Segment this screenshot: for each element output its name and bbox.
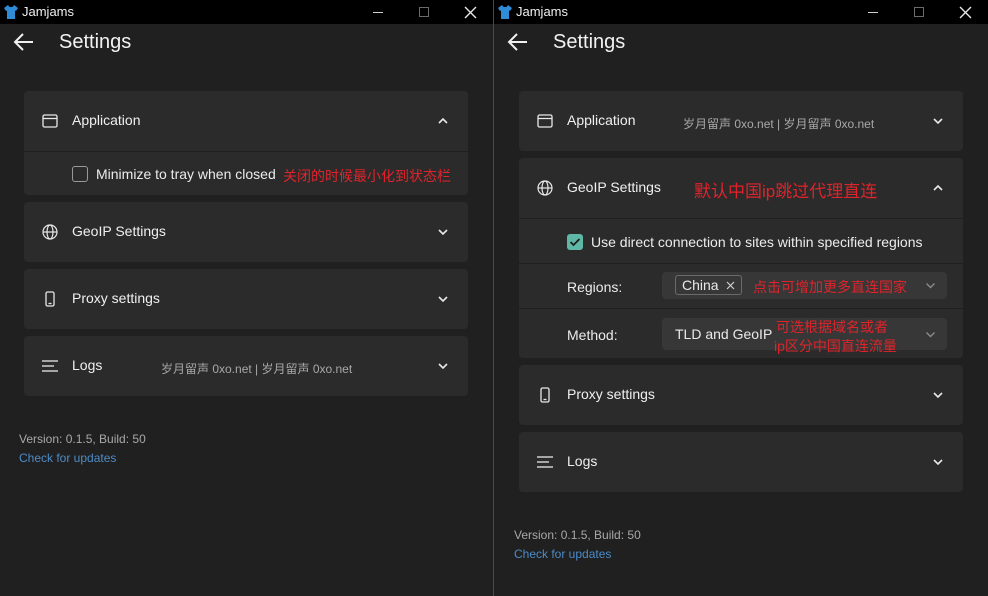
minimize-icon bbox=[373, 11, 383, 13]
region-chip-china[interactable]: China bbox=[675, 275, 743, 295]
regions-row: Regions: China 点击可增加更多直连国家 bbox=[519, 263, 963, 308]
chevron-down-icon[interactable] bbox=[437, 361, 449, 371]
application-card-header[interactable]: Application bbox=[24, 91, 468, 151]
maximize-icon bbox=[914, 7, 924, 17]
method-value: TLD and GeoIP bbox=[675, 326, 773, 342]
minimize-to-tray-label: Minimize to tray when closed bbox=[96, 166, 276, 182]
logs-card[interactable]: Logs bbox=[519, 432, 963, 492]
direct-connection-row: Use direct connection to sites within sp… bbox=[519, 218, 963, 263]
globe-icon bbox=[537, 180, 553, 196]
maximize-button[interactable] bbox=[401, 0, 447, 24]
check-icon bbox=[569, 238, 581, 247]
region-chip-label: China bbox=[682, 277, 719, 293]
method-label: Method: bbox=[567, 327, 618, 343]
geoip-card-label: GeoIP Settings bbox=[72, 223, 166, 239]
minimize-button[interactable] bbox=[850, 0, 896, 24]
method-annotation-line-1: 可选根据域名或者 bbox=[776, 319, 888, 335]
chevron-down-icon[interactable] bbox=[932, 390, 944, 400]
close-icon bbox=[959, 6, 971, 18]
maximize-icon bbox=[419, 7, 429, 17]
settings-window-left: Jamjams Settings Application Minimize to… bbox=[0, 0, 493, 596]
version-text: Version: 0.1.5, Build: 50 bbox=[514, 528, 641, 542]
window-icon bbox=[42, 114, 58, 128]
method-row: Method: TLD and GeoIP 可选根据域名或者 ip区分中国直连流… bbox=[519, 308, 963, 358]
globe-icon bbox=[42, 224, 58, 240]
maximize-button[interactable] bbox=[896, 0, 942, 24]
logs-card-label: Logs bbox=[72, 357, 103, 373]
app-title: Jamjams bbox=[22, 4, 75, 19]
close-button[interactable] bbox=[942, 0, 988, 24]
page-title: Settings bbox=[59, 31, 132, 53]
regions-label: Regions: bbox=[567, 279, 623, 295]
remove-chip-icon[interactable] bbox=[726, 281, 735, 290]
application-card-label: Application bbox=[567, 112, 636, 128]
chevron-down-icon[interactable] bbox=[437, 227, 449, 237]
title-bar: Jamjams bbox=[0, 0, 493, 24]
chevron-down-icon[interactable] bbox=[932, 457, 944, 467]
logs-card-label: Logs bbox=[567, 453, 598, 469]
direct-connection-label: Use direct connection to sites within sp… bbox=[591, 234, 923, 250]
chevron-down-icon[interactable] bbox=[437, 294, 449, 304]
minimize-button[interactable] bbox=[355, 0, 401, 24]
minimize-to-tray-checkbox[interactable] bbox=[72, 166, 88, 182]
back-arrow-icon[interactable] bbox=[506, 30, 530, 54]
logs-card-description: 岁月留声 0xo.net | 岁月留声 0xo.net bbox=[161, 362, 353, 376]
check-updates-link[interactable]: Check for updates bbox=[514, 547, 611, 561]
proxy-card[interactable]: Proxy settings bbox=[519, 365, 963, 425]
chevron-down-icon bbox=[926, 283, 935, 289]
check-updates-link[interactable]: Check for updates bbox=[19, 451, 116, 465]
method-annotation-line-2: ip区分中国直连流量 bbox=[774, 338, 897, 354]
geoip-card-header[interactable]: GeoIP Settings 默认中国ip跳过代理直连 bbox=[519, 158, 963, 218]
application-card-description: 岁月留声 0xo.net | 岁月留声 0xo.net bbox=[683, 117, 875, 131]
version-text: Version: 0.1.5, Build: 50 bbox=[19, 432, 146, 446]
menu-lines-icon bbox=[42, 360, 58, 372]
geoip-card-label: GeoIP Settings bbox=[567, 179, 661, 195]
geoip-annotation: 默认中国ip跳过代理直连 bbox=[694, 182, 878, 201]
logs-card[interactable]: Logs 岁月留声 0xo.net | 岁月留声 0xo.net bbox=[24, 336, 468, 396]
proxy-card-label: Proxy settings bbox=[567, 386, 655, 402]
regions-select[interactable]: China 点击可增加更多直连国家 bbox=[662, 272, 947, 299]
chevron-up-icon[interactable] bbox=[932, 183, 944, 193]
geoip-card: GeoIP Settings 默认中国ip跳过代理直连 Use direct c… bbox=[519, 158, 963, 358]
geoip-card[interactable]: GeoIP Settings bbox=[24, 202, 468, 262]
close-button[interactable] bbox=[447, 0, 493, 24]
proxy-card-label: Proxy settings bbox=[72, 290, 160, 306]
app-icon bbox=[4, 5, 18, 19]
menu-lines-icon bbox=[537, 456, 553, 468]
application-card[interactable]: Application 岁月留声 0xo.net | 岁月留声 0xo.net bbox=[519, 91, 963, 151]
proxy-card[interactable]: Proxy settings bbox=[24, 269, 468, 329]
chevron-up-icon[interactable] bbox=[437, 116, 449, 126]
minimize-icon bbox=[868, 11, 878, 13]
close-icon bbox=[464, 6, 476, 18]
application-card-label: Application bbox=[72, 112, 141, 128]
direct-connection-checkbox[interactable] bbox=[567, 234, 583, 250]
application-card: Application Minimize to tray when closed… bbox=[24, 91, 468, 195]
page-title: Settings bbox=[553, 31, 626, 53]
minimize-to-tray-row: Minimize to tray when closed 关闭的时候最小化到状态… bbox=[24, 151, 468, 195]
regions-annotation: 点击可增加更多直连国家 bbox=[753, 279, 907, 295]
title-bar: Jamjams bbox=[494, 0, 988, 24]
back-arrow-icon[interactable] bbox=[12, 30, 36, 54]
app-icon bbox=[498, 5, 512, 19]
chevron-down-icon bbox=[926, 332, 935, 338]
window-icon bbox=[537, 114, 553, 128]
app-title: Jamjams bbox=[516, 4, 569, 19]
settings-window-right: Jamjams Settings Application 岁月留声 0xo.ne… bbox=[494, 0, 988, 596]
phone-icon bbox=[45, 291, 55, 307]
phone-icon bbox=[540, 387, 550, 403]
minimize-annotation: 关闭的时候最小化到状态栏 bbox=[283, 168, 451, 184]
chevron-down-icon[interactable] bbox=[932, 116, 944, 126]
